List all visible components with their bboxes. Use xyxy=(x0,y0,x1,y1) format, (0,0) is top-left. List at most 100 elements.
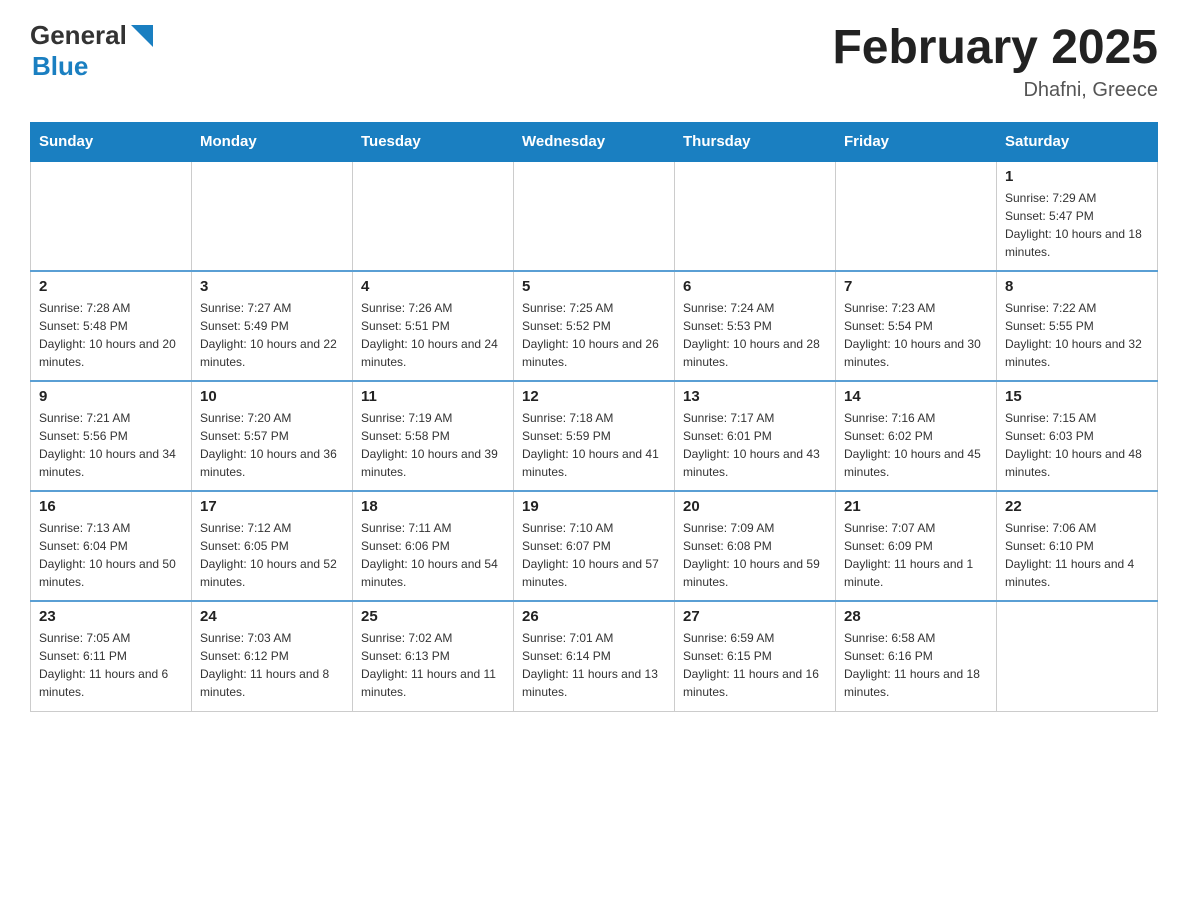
day-number: 7 xyxy=(844,278,988,295)
weekday-header-thursday: Thursday xyxy=(675,123,836,162)
calendar-week-row: 1 Sunrise: 7:29 AMSunset: 5:47 PMDaylight… xyxy=(31,161,1158,271)
weekday-header-row: SundayMondayTuesdayWednesdayThursdayFrid… xyxy=(31,123,1158,162)
day-number: 17 xyxy=(200,498,344,515)
calendar-cell: 13 Sunrise: 7:17 AMSunset: 6:01 PMDayligh… xyxy=(675,381,836,491)
day-number: 27 xyxy=(683,608,827,625)
weekday-header-saturday: Saturday xyxy=(997,123,1158,162)
day-number: 21 xyxy=(844,498,988,515)
day-number: 10 xyxy=(200,388,344,405)
calendar-cell xyxy=(514,161,675,271)
day-number: 20 xyxy=(683,498,827,515)
calendar-cell xyxy=(353,161,514,271)
day-info: Sunrise: 7:19 AMSunset: 5:58 PMDaylight:… xyxy=(361,409,505,481)
day-number: 23 xyxy=(39,608,183,625)
calendar-cell: 16 Sunrise: 7:13 AMSunset: 6:04 PMDayligh… xyxy=(31,491,192,601)
day-info: Sunrise: 7:13 AMSunset: 6:04 PMDaylight:… xyxy=(39,519,183,591)
day-info: Sunrise: 7:01 AMSunset: 6:14 PMDaylight:… xyxy=(522,629,666,701)
calendar-cell: 27 Sunrise: 6:59 AMSunset: 6:15 PMDayligh… xyxy=(675,601,836,711)
day-info: Sunrise: 7:20 AMSunset: 5:57 PMDaylight:… xyxy=(200,409,344,481)
calendar-cell: 24Sunrise: 7:03 AMSunset: 6:12 PMDayligh… xyxy=(192,601,353,711)
day-info: Sunrise: 7:24 AMSunset: 5:53 PMDaylight:… xyxy=(683,299,827,371)
day-number: 5 xyxy=(522,278,666,295)
logo-wrapper: General Blue xyxy=(30,20,153,82)
weekday-header-friday: Friday xyxy=(836,123,997,162)
day-info: Sunrise: 7:26 AMSunset: 5:51 PMDaylight:… xyxy=(361,299,505,371)
calendar-cell xyxy=(31,161,192,271)
day-info: Sunrise: 6:59 AMSunset: 6:15 PMDaylight:… xyxy=(683,629,827,701)
calendar-cell: 9 Sunrise: 7:21 AMSunset: 5:56 PMDaylight… xyxy=(31,381,192,491)
calendar-cell: 18 Sunrise: 7:11 AMSunset: 6:06 PMDayligh… xyxy=(353,491,514,601)
calendar-cell: 4 Sunrise: 7:26 AMSunset: 5:51 PMDaylight… xyxy=(353,271,514,381)
weekday-header-sunday: Sunday xyxy=(31,123,192,162)
day-info: Sunrise: 7:02 AMSunset: 6:13 PMDaylight:… xyxy=(361,629,505,701)
day-info: Sunrise: 6:58 AMSunset: 6:16 PMDaylight:… xyxy=(844,629,988,701)
day-number: 6 xyxy=(683,278,827,295)
location-text: Dhafni, Greece xyxy=(832,79,1158,102)
day-number: 24 xyxy=(200,608,344,625)
calendar-cell: 10 Sunrise: 7:20 AMSunset: 5:57 PMDayligh… xyxy=(192,381,353,491)
day-info: Sunrise: 7:11 AMSunset: 6:06 PMDaylight:… xyxy=(361,519,505,591)
day-number: 8 xyxy=(1005,278,1149,295)
day-info: Sunrise: 7:16 AMSunset: 6:02 PMDaylight:… xyxy=(844,409,988,481)
calendar-cell xyxy=(675,161,836,271)
calendar-cell: 17 Sunrise: 7:12 AMSunset: 6:05 PMDayligh… xyxy=(192,491,353,601)
day-number: 14 xyxy=(844,388,988,405)
calendar-cell: 28 Sunrise: 6:58 AMSunset: 6:16 PMDayligh… xyxy=(836,601,997,711)
page-header: General Blue February 2025 Dhafni, Greec… xyxy=(30,20,1158,102)
day-number: 12 xyxy=(522,388,666,405)
day-info: Sunrise: 7:29 AMSunset: 5:47 PMDaylight:… xyxy=(1005,189,1149,261)
month-title: February 2025 xyxy=(832,20,1158,75)
calendar-cell: 22Sunrise: 7:06 AMSunset: 6:10 PMDayligh… xyxy=(997,491,1158,601)
day-number: 13 xyxy=(683,388,827,405)
calendar-cell: 25 Sunrise: 7:02 AMSunset: 6:13 PMDayligh… xyxy=(353,601,514,711)
logo: General Blue xyxy=(30,20,153,82)
day-info: Sunrise: 7:27 AMSunset: 5:49 PMDaylight:… xyxy=(200,299,344,371)
day-number: 16 xyxy=(39,498,183,515)
weekday-header-wednesday: Wednesday xyxy=(514,123,675,162)
day-number: 9 xyxy=(39,388,183,405)
logo-triangle-icon xyxy=(131,25,153,47)
calendar-cell: 20 Sunrise: 7:09 AMSunset: 6:08 PMDayligh… xyxy=(675,491,836,601)
calendar-cell: 19 Sunrise: 7:10 AMSunset: 6:07 PMDayligh… xyxy=(514,491,675,601)
calendar-week-row: 16 Sunrise: 7:13 AMSunset: 6:04 PMDayligh… xyxy=(31,491,1158,601)
day-info: Sunrise: 7:10 AMSunset: 6:07 PMDaylight:… xyxy=(522,519,666,591)
day-info: Sunrise: 7:25 AMSunset: 5:52 PMDaylight:… xyxy=(522,299,666,371)
day-info: Sunrise: 7:15 AMSunset: 6:03 PMDaylight:… xyxy=(1005,409,1149,481)
day-number: 11 xyxy=(361,388,505,405)
day-info: Sunrise: 7:05 AMSunset: 6:11 PMDaylight:… xyxy=(39,629,183,701)
day-number: 4 xyxy=(361,278,505,295)
day-number: 2 xyxy=(39,278,183,295)
day-info: Sunrise: 7:28 AMSunset: 5:48 PMDaylight:… xyxy=(39,299,183,371)
calendar-cell: 21Sunrise: 7:07 AMSunset: 6:09 PMDayligh… xyxy=(836,491,997,601)
day-number: 18 xyxy=(361,498,505,515)
day-info: Sunrise: 7:17 AMSunset: 6:01 PMDaylight:… xyxy=(683,409,827,481)
calendar-cell: 23 Sunrise: 7:05 AMSunset: 6:11 PMDayligh… xyxy=(31,601,192,711)
calendar-cell xyxy=(836,161,997,271)
logo-general-text: General xyxy=(30,20,127,51)
day-number: 22 xyxy=(1005,498,1149,515)
calendar-week-row: 9 Sunrise: 7:21 AMSunset: 5:56 PMDaylight… xyxy=(31,381,1158,491)
calendar-cell: 15 Sunrise: 7:15 AMSunset: 6:03 PMDayligh… xyxy=(997,381,1158,491)
calendar-cell: 2 Sunrise: 7:28 AMSunset: 5:48 PMDaylight… xyxy=(31,271,192,381)
day-number: 15 xyxy=(1005,388,1149,405)
day-info: Sunrise: 7:18 AMSunset: 5:59 PMDaylight:… xyxy=(522,409,666,481)
day-number: 19 xyxy=(522,498,666,515)
day-number: 1 xyxy=(1005,168,1149,185)
calendar-cell: 3Sunrise: 7:27 AMSunset: 5:49 PMDaylight… xyxy=(192,271,353,381)
day-info: Sunrise: 7:12 AMSunset: 6:05 PMDaylight:… xyxy=(200,519,344,591)
day-info: Sunrise: 7:09 AMSunset: 6:08 PMDaylight:… xyxy=(683,519,827,591)
day-number: 28 xyxy=(844,608,988,625)
calendar-cell: 12 Sunrise: 7:18 AMSunset: 5:59 PMDayligh… xyxy=(514,381,675,491)
day-number: 26 xyxy=(522,608,666,625)
title-section: February 2025 Dhafni, Greece xyxy=(832,20,1158,102)
day-number: 25 xyxy=(361,608,505,625)
weekday-header-tuesday: Tuesday xyxy=(353,123,514,162)
calendar-cell: 8 Sunrise: 7:22 AMSunset: 5:55 PMDaylight… xyxy=(997,271,1158,381)
weekday-header-monday: Monday xyxy=(192,123,353,162)
day-info: Sunrise: 7:21 AMSunset: 5:56 PMDaylight:… xyxy=(39,409,183,481)
day-info: Sunrise: 7:22 AMSunset: 5:55 PMDaylight:… xyxy=(1005,299,1149,371)
logo-blue-text: Blue xyxy=(32,51,88,82)
calendar-week-row: 23 Sunrise: 7:05 AMSunset: 6:11 PMDayligh… xyxy=(31,601,1158,711)
calendar-cell: 6 Sunrise: 7:24 AMSunset: 5:53 PMDaylight… xyxy=(675,271,836,381)
calendar-week-row: 2 Sunrise: 7:28 AMSunset: 5:48 PMDaylight… xyxy=(31,271,1158,381)
